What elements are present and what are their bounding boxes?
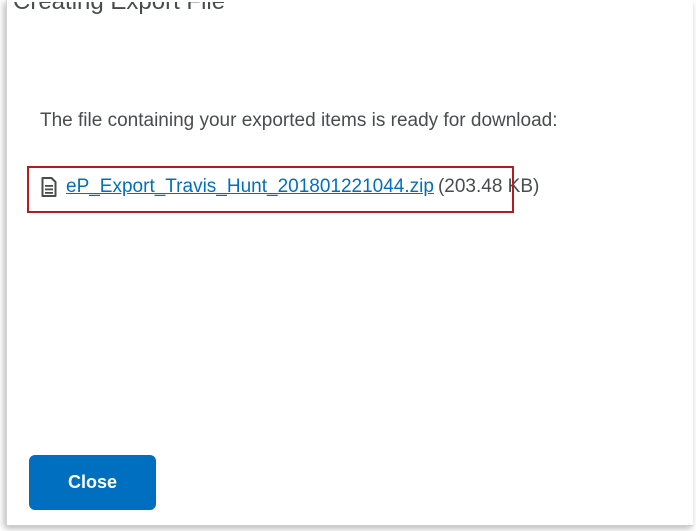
file-size: (203.48 KB) [437, 176, 540, 197]
dialog-title: Creating Export File [13, 0, 226, 15]
document-icon [41, 177, 57, 197]
close-button[interactable]: Close [29, 455, 156, 510]
file-download-row: eP_Export_Travis_Hunt_201801221044.zip (… [41, 174, 539, 200]
export-dialog: Creating Export File The file containing… [6, 0, 693, 526]
download-file-link[interactable]: eP_Export_Travis_Hunt_201801221044.zip [66, 174, 434, 200]
ready-message: The file containing your exported items … [40, 110, 558, 131]
